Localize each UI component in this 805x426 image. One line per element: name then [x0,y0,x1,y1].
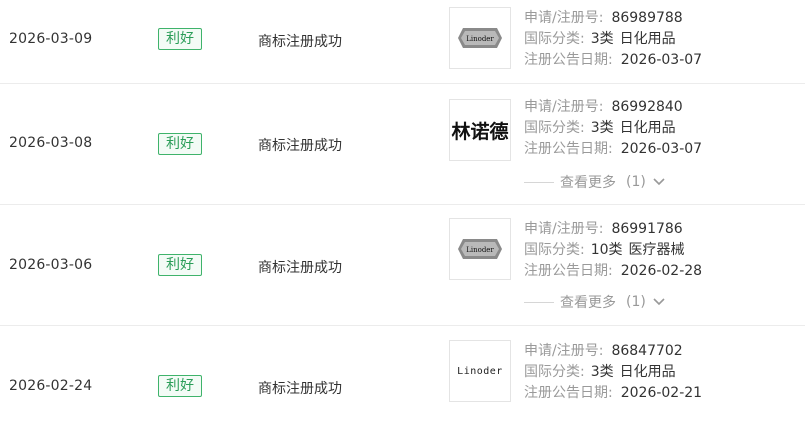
trademark-logo[interactable]: Linoder [449,218,511,280]
class-label: 国际分类: [524,242,585,258]
view-more-count: (1) [626,174,646,190]
class-name: 日化用品 [619,120,676,136]
event-text: 商标注册成功 [258,138,342,154]
pub-date-value: 2026-02-21 [620,385,703,401]
view-more-count: (1) [626,294,646,310]
event-text: 商标注册成功 [258,260,342,276]
reg-no-label: 申请/注册号: [524,343,604,359]
change-date: 2026-03-06 [9,257,93,273]
view-more-button[interactable]: 查看更多 (1) [524,172,666,192]
trademark-logo-image: Linoder [458,239,502,259]
reg-no-label: 申请/注册号: [524,10,604,26]
class-name: 日化用品 [619,364,676,380]
trademark-info: 申请/注册号: 86992840 国际分类: 3类 日化用品 注册公告日期: 2026-… [524,97,702,160]
trademark-info: 申请/注册号: 86847702 国际分类: 3类 日化用品 注册公告日期: 2026-… [524,341,702,404]
event-text: 商标注册成功 [258,381,342,397]
status-badge: 利好 [158,28,202,50]
chevron-down-icon [653,178,665,186]
trademark-logo[interactable]: Linoder [449,7,511,69]
class-number: 3类 [590,364,614,380]
class-number: 3类 [590,31,614,47]
svg-text:Linoder: Linoder [466,246,494,254]
trademark-logo[interactable]: 林诺德 [449,99,511,161]
table-row: 2026-03-06 利好 商标注册成功 Linoder 申请/注册号: 8699… [0,205,805,326]
class-label: 国际分类: [524,120,585,136]
pub-date-label: 注册公告日期: [524,385,613,401]
reg-no-value: 86992840 [611,99,683,115]
class-name: 日化用品 [619,31,676,47]
pub-date-value: 2026-02-28 [620,263,703,279]
divider-line [524,181,554,183]
table-row: 2026-02-24 利好 商标注册成功 Linoder 申请/注册号: 8684… [0,326,805,426]
view-more-button[interactable]: 查看更多 (1) [524,292,666,312]
class-number: 3类 [590,120,614,136]
pub-date-label: 注册公告日期: [524,263,613,279]
chevron-down-icon [653,298,665,306]
reg-no-label: 申请/注册号: [524,221,604,237]
class-label: 国际分类: [524,31,585,47]
pub-date-value: 2026-03-07 [620,52,703,68]
table-row: 2026-03-09 利好 商标注册成功 Linoder 申请/注册号: 8698… [0,0,805,84]
reg-no-label: 申请/注册号: [524,99,604,115]
view-more-label: 查看更多 [560,175,616,191]
event-text: 商标注册成功 [258,34,342,50]
reg-no-value: 86991786 [611,221,683,237]
trademark-info: 申请/注册号: 86991786 国际分类: 10类 医疗器械 注册公告日期: 2026… [524,219,702,282]
divider-line [524,301,554,303]
change-date: 2026-02-24 [9,378,93,394]
pub-date-value: 2026-03-07 [620,141,703,157]
change-date: 2026-03-08 [9,135,93,151]
trademark-info: 申请/注册号: 86989788 国际分类: 3类 日化用品 注册公告日期: 2026-… [524,8,702,71]
trademark-logo-text: 林诺德 [451,120,509,143]
svg-text:Linoder: Linoder [466,35,494,43]
reg-no-value: 86989788 [611,10,683,26]
table-row: 2026-03-08 利好 商标注册成功 林诺德 申请/注册号: 86992840… [0,83,805,205]
trademark-logo-image: Linoder [458,28,502,48]
status-badge: 利好 [158,375,202,397]
pub-date-label: 注册公告日期: [524,52,613,68]
reg-no-value: 86847702 [611,343,683,359]
trademark-logo[interactable]: Linoder [449,340,511,402]
class-number: 10类 [590,242,623,258]
class-label: 国际分类: [524,364,585,380]
trademark-logo-text: Linoder [457,365,503,377]
class-name: 医疗器械 [628,242,685,258]
status-badge: 利好 [158,254,202,276]
change-date: 2026-03-09 [9,31,93,47]
status-badge: 利好 [158,133,202,155]
view-more-label: 查看更多 [560,295,616,311]
pub-date-label: 注册公告日期: [524,141,613,157]
